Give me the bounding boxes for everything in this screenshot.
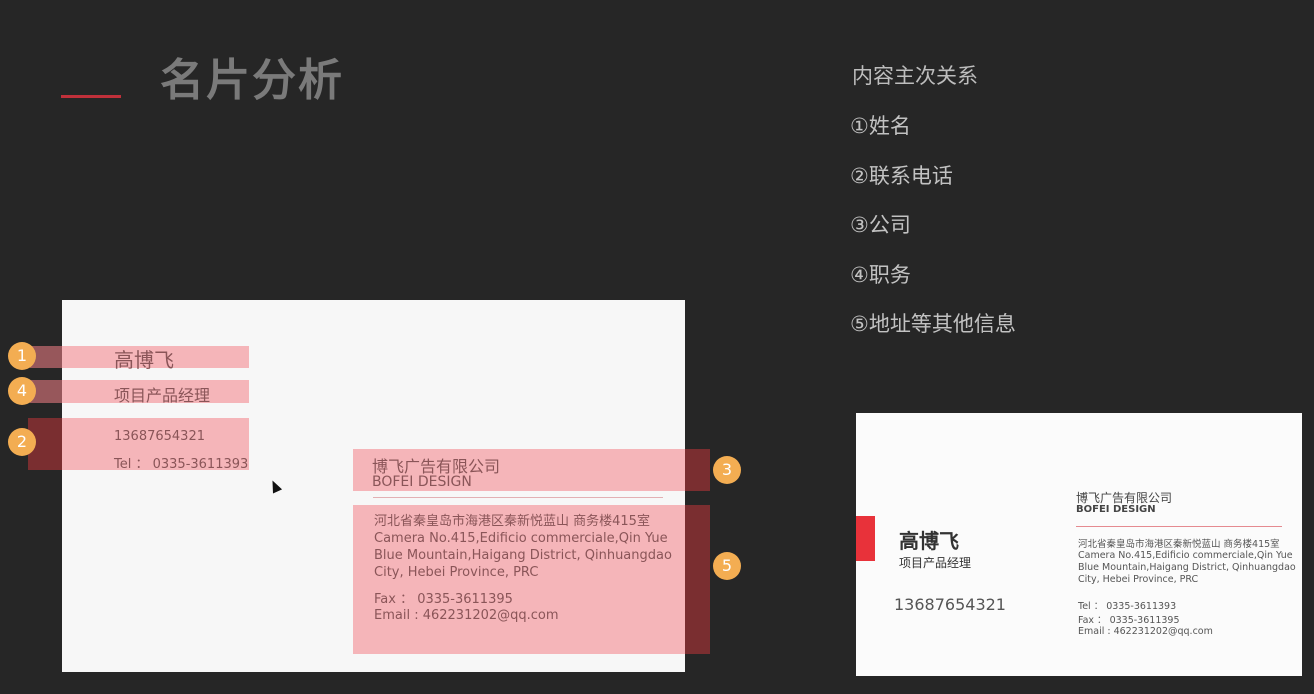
relations-list: ①姓名 ②联系电话 ③公司 ④职务 ⑤地址等其他信息 [850,112,1016,360]
card-divider [373,497,663,498]
relation-item: ⑤地址等其他信息 [850,312,1016,336]
address-highlight-edge [685,505,710,654]
title-accent-line [61,95,121,98]
card-fax: Fax ： 0335-3611395 [374,592,513,607]
page-title: 名片分析 [160,55,344,106]
final-card-mobile: 13687654321 [894,595,1006,614]
relations-heading: 内容主次关系 [852,64,978,88]
card-company-en: BOFEI DESIGN [372,474,472,490]
final-card-address-en: City, Hebei Province, PRC [1078,574,1199,585]
final-card-tel: Tel ： 0335-3611393 [1078,601,1177,612]
card-mobile: 13687654321 [114,429,205,444]
marker-3: 3 [713,456,741,484]
card-tel: Tel ： 0335-3611393 [114,457,249,472]
final-card-fax: Fax ： 0335-3611395 [1078,615,1180,626]
marker-1: 1 [8,342,36,370]
final-card-company-en: BOFEI DESIGN [1076,504,1156,515]
card-name: 高博飞 [114,348,174,372]
final-card-name: 高博飞 [899,529,959,553]
final-card-divider [1076,526,1282,527]
final-business-card: 高博飞 项目产品经理 13687654321 博飞广告有限公司 BOFEI DE… [856,413,1302,676]
final-card-address-en: Camera No.415,Edificio commerciale,Qin Y… [1078,550,1293,561]
final-card-address-cn: 河北省秦皇岛市海港区秦新悦蓝山 商务楼415室 [1078,539,1280,550]
card-position: 项目产品经理 [114,386,211,405]
card-address-en: Blue Mountain,Haigang District, Qinhuang… [374,548,672,563]
final-card-address-en: Blue Mountain,Haigang District, Qinhuang… [1078,562,1296,573]
marker-4: 4 [8,377,36,405]
relation-item: ④职务 [850,262,911,287]
marker-5: 5 [713,552,741,580]
relation-item: ②联系电话 [850,163,953,188]
relation-item: ③公司 [850,213,911,237]
card-address-en: Camera No.415,Edificio commerciale,Qin Y… [374,531,668,546]
card-address-cn: 河北省秦皇岛市海港区秦新悦蓝山 商务楼415室 [374,514,650,529]
final-card-email: Email : 462231202@qq.com [1078,626,1213,637]
final-card-position: 项目产品经理 [899,556,972,570]
company-highlight-edge [685,449,710,491]
marker-2: 2 [8,428,36,456]
card-address-en: City, Hebei Province, PRC [374,565,539,580]
card-red-accent [856,516,875,561]
card-email: Email : 462231202@qq.com [374,608,559,623]
relation-item: ①姓名 [850,114,911,138]
